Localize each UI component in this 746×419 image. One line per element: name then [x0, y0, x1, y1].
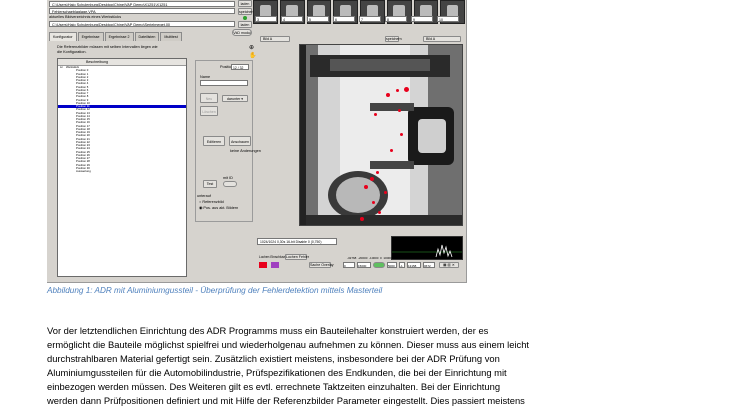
defect-marker [398, 109, 401, 112]
save-image-button[interactable]: speichern [385, 36, 402, 42]
thumb-number[interactable]: 6 [333, 16, 355, 22]
edit-button[interactable]: Editieren [203, 136, 225, 146]
body-paragraph: Vor der letztendlichen Einrichtung des A… [47, 324, 743, 408]
defect-marker [360, 217, 364, 221]
image-dir-label: aktuelles Bildverzeichnis eines Werkstüc… [49, 15, 122, 19]
paragraph-line: Vor der letztendlichen Einrichtung des A… [47, 325, 489, 336]
position-tree[interactable]: Beschreibung ⊟ Werkstück Position 0 Posit… [57, 58, 187, 277]
path-field-3[interactable]: C:\Users\Hajo Schulenburg\Desktop\Chine\… [49, 21, 235, 27]
defect-marker [400, 133, 403, 136]
xray-image [300, 45, 462, 225]
hint-text-1: Die Referenzbilder müssen mit selben Int… [57, 45, 158, 49]
paragraph-line: durchstrahlbaren Material gefertigt sein… [47, 353, 500, 364]
tab-ergebnisse-2[interactable]: Ergebnisse 2 [104, 32, 134, 41]
radio-current-images[interactable]: ◉ Pos. aus akt. Bildern [199, 205, 238, 210]
zoom-icon[interactable]: ⊕ [249, 44, 254, 51]
paragraph-line: ermöglicht die Bauteile möglichst spielf… [47, 339, 530, 350]
paragraph-line: Aluminiumgussteilen für die Automobilind… [47, 367, 507, 378]
defect-marker [390, 149, 393, 152]
thumb-number[interactable]: 5 [307, 16, 329, 22]
tab-bar: Konfigurator Ergebnisse Ergebnisse 2 Dat… [49, 32, 183, 41]
under-label: unterauf [197, 194, 211, 198]
delete-button[interactable]: Löschen [200, 106, 218, 116]
path-field-2[interactable]: Fehlerschaeblaglage.VPA [49, 8, 235, 14]
defect-marker [374, 113, 377, 116]
scale-field[interactable]: 13158 [407, 262, 421, 268]
scale-field[interactable]: -1 [399, 262, 405, 268]
overlay-button[interactable]: Sache Overlay [309, 262, 334, 268]
paragraph-line: einbezogen werden müssen. Des Weiteren g… [47, 381, 501, 392]
scale-values: -32768 -20000 -10000 0 10000 20000 32767 [347, 256, 412, 260]
image-status-readout: 1024/1024 0,30s 16-bit Disable 0 (0,750) [257, 238, 337, 245]
defect-button[interactable]: Lochen Fehler [285, 254, 309, 260]
defect-marker [378, 211, 381, 214]
defect-marker [370, 177, 374, 181]
defect-marker [396, 89, 399, 92]
hint-text-2: die Konfiguration. [57, 50, 87, 54]
test-button[interactable]: Test [203, 180, 217, 188]
legend-label-1: Lochen Einschluss [259, 255, 286, 259]
save-button[interactable]: speichern [238, 8, 255, 15]
view-button[interactable]: Anschauen [229, 136, 251, 146]
scale-field[interactable]: 0 [343, 262, 355, 268]
defect-marker [364, 185, 368, 189]
name-label: Name [200, 75, 211, 79]
tree-header-description: Beschreibung [86, 60, 108, 64]
scale-field[interactable]: 0672 [423, 262, 435, 268]
thumb-number[interactable]: 10 [437, 16, 459, 22]
hand-icon[interactable]: ✋ [249, 52, 256, 59]
radio-reference[interactable]: ○ Referenzbild [199, 200, 224, 204]
thumb-number[interactable]: 3 [255, 16, 277, 22]
scale-slider[interactable] [373, 262, 385, 268]
vkd-toggle[interactable]: VkD modul [232, 29, 252, 36]
tab-multitest[interactable]: Multitest [160, 32, 182, 41]
scale-field[interactable]: 5000 [387, 262, 397, 268]
color-swatch-purple[interactable] [271, 262, 279, 268]
name-input[interactable] [200, 80, 248, 86]
paragraph-line: werden dann Prüfpositionen definiert und… [47, 395, 525, 406]
no-changes-label: keine Änderungen [230, 149, 261, 153]
load-button-2[interactable]: laden [238, 21, 252, 28]
color-swatch-red[interactable] [259, 262, 267, 268]
figure-caption: Abbildung 1: ADR mit Aluminiumgussteil -… [47, 286, 383, 295]
path-field-1[interactable]: C:\Users\Hajo Schulenburg\Desktop\Chine\… [49, 1, 235, 7]
image-select-left[interactable]: Bild A [260, 36, 290, 42]
xray-image-view[interactable] [299, 44, 463, 226]
id-toggle[interactable] [223, 181, 237, 187]
defect-marker [372, 201, 375, 204]
defect-marker [384, 191, 387, 194]
defect-marker [386, 93, 390, 97]
with-id-label: mit ID [223, 176, 233, 180]
defect-marker [404, 87, 409, 92]
position-counter[interactable]: 12 / 32 [231, 64, 249, 70]
new-button[interactable]: Neu [200, 93, 218, 103]
insert-position-dropdown[interactable]: darunter ▾ [222, 95, 248, 102]
toolbar-icons[interactable]: ▦ ▥ ✕ [439, 262, 459, 268]
image-select-right[interactable]: Bild A [423, 36, 461, 42]
status-led-icon [243, 16, 247, 20]
defect-marker [376, 171, 379, 174]
tab-konfigurator[interactable]: Konfigurator [49, 32, 77, 41]
adr-screenshot: C:\Users\Hajo Schulenburg\Desktop\Chine\… [47, 0, 467, 283]
tab-dateilisten[interactable]: Dateilisten [134, 32, 160, 41]
load-button[interactable]: laden [238, 0, 252, 7]
thumb-number[interactable]: 9 [411, 16, 433, 22]
thumb-number[interactable]: 4 [281, 16, 303, 22]
scale-field[interactable]: 15000 [357, 262, 371, 268]
thumb-number[interactable]: 8 [385, 16, 407, 22]
thumb-number[interactable]: 7 [359, 16, 381, 22]
tab-ergebnisse[interactable]: Ergebnisse [77, 32, 104, 41]
tree-item[interactable]: Auswertung [58, 169, 186, 173]
chevron-down-icon: ▾ [241, 97, 244, 101]
